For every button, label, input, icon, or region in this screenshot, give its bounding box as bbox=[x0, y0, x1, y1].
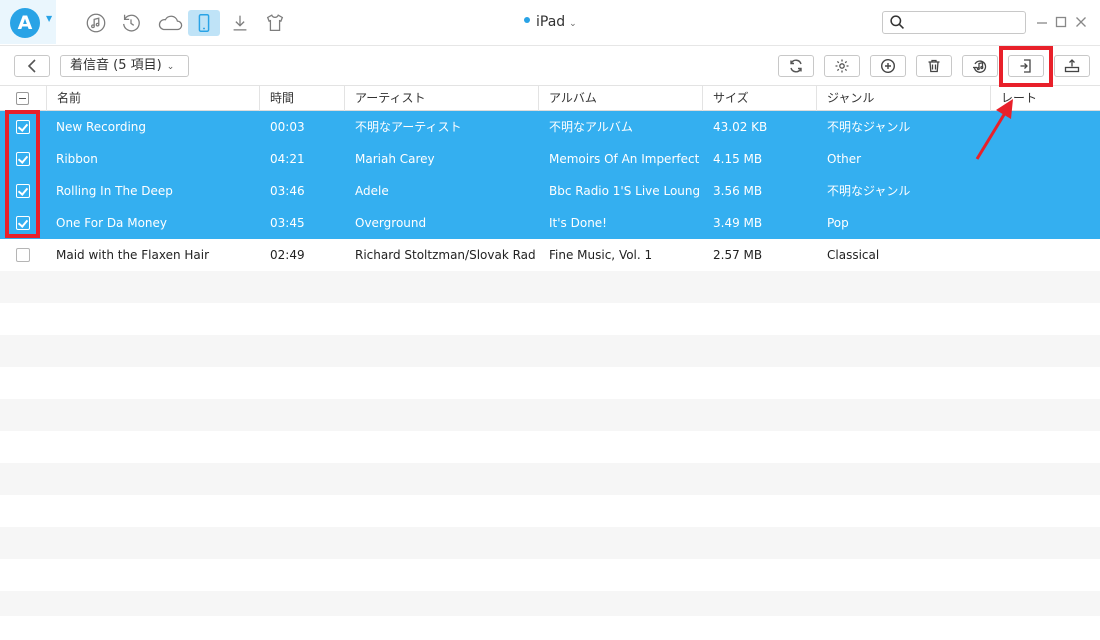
cell-album: Fine Music, Vol. 1 bbox=[549, 248, 653, 262]
add-icon bbox=[880, 58, 896, 74]
table-row[interactable]: Rolling In The Deep 03:46 Adele Bbc Radi… bbox=[0, 175, 1100, 207]
cell-name: Ribbon bbox=[56, 152, 98, 166]
cell-album: Memoirs Of An Imperfect.. bbox=[549, 152, 699, 166]
column-header-genre[interactable]: ジャンル bbox=[816, 86, 990, 111]
cell-size: 43.02 KB bbox=[713, 120, 768, 134]
cell-time: 03:46 bbox=[270, 184, 305, 198]
add-button[interactable] bbox=[870, 55, 906, 77]
settings-button[interactable] bbox=[824, 55, 860, 77]
cell-genre: Classical bbox=[827, 248, 880, 262]
empty-row bbox=[0, 591, 1100, 616]
shirt-icon[interactable] bbox=[262, 10, 288, 36]
cell-size: 3.56 MB bbox=[713, 184, 763, 198]
chevron-down-icon: ⌄ bbox=[166, 62, 175, 72]
cell-time: 03:45 bbox=[270, 216, 305, 230]
checkbox-highlight-box bbox=[5, 110, 40, 238]
table-row[interactable]: Maid with the Flaxen Hair 02:49 Richard … bbox=[0, 239, 1100, 271]
cell-size: 3.49 MB bbox=[713, 216, 763, 230]
title-bar: A ▼ iPad ⌄ bbox=[0, 0, 1100, 46]
search-icon bbox=[889, 14, 906, 35]
cell-size: 4.15 MB bbox=[713, 152, 763, 166]
device-icon[interactable] bbox=[188, 10, 220, 36]
cell-genre: Other bbox=[827, 152, 862, 166]
cell-size: 2.57 MB bbox=[713, 248, 763, 262]
cell-name: Maid with the Flaxen Hair bbox=[56, 248, 210, 262]
column-header-time[interactable]: 時間 bbox=[259, 86, 344, 111]
empty-row bbox=[0, 303, 1100, 335]
delete-button[interactable] bbox=[916, 55, 952, 77]
device-status-dot bbox=[524, 17, 530, 23]
empty-row bbox=[0, 335, 1100, 367]
cell-artist: Richard Stoltzman/Slovak Radi... bbox=[355, 248, 535, 262]
app-logo-icon: A bbox=[10, 8, 40, 38]
chevron-left-icon bbox=[27, 59, 36, 73]
restore-icon[interactable] bbox=[118, 10, 144, 36]
music-icon[interactable] bbox=[83, 10, 109, 36]
empty-row bbox=[0, 527, 1100, 559]
cell-name: New Recording bbox=[56, 120, 147, 134]
table-row[interactable]: One For Da Money 03:45 Overground It's D… bbox=[0, 207, 1100, 239]
delete-icon bbox=[928, 59, 940, 73]
close-button[interactable] bbox=[1073, 12, 1089, 32]
chevron-down-icon: ⌄ bbox=[569, 19, 577, 29]
column-header-name[interactable]: 名前 bbox=[46, 86, 259, 111]
select-all-header bbox=[0, 86, 46, 111]
table-header: 名前 時間 アーティスト アルバム サイズ ジャンル レート bbox=[0, 86, 1100, 111]
cell-artist: Overground bbox=[355, 216, 427, 230]
refresh-icon bbox=[790, 59, 802, 73]
refresh-button[interactable] bbox=[778, 55, 814, 77]
table-body: New Recording 00:03 不明なアーティスト 不明なアルバム 43… bbox=[0, 111, 1100, 616]
cell-time: 02:49 bbox=[270, 248, 305, 262]
empty-row bbox=[0, 431, 1100, 463]
cell-artist: Adele bbox=[355, 184, 389, 198]
cell-name: Rolling In The Deep bbox=[56, 184, 173, 198]
table-row[interactable]: New Recording 00:03 不明なアーティスト 不明なアルバム 43… bbox=[0, 111, 1100, 143]
toolbar: 着信音 (5 項目) ⌄ bbox=[0, 46, 1100, 86]
cell-genre: Pop bbox=[827, 216, 849, 230]
app-menu[interactable]: A ▼ bbox=[0, 0, 56, 44]
cloud-icon[interactable] bbox=[155, 10, 185, 36]
maximize-button[interactable] bbox=[1053, 12, 1069, 32]
download-icon[interactable] bbox=[227, 10, 253, 36]
chevron-down-icon: ▼ bbox=[46, 14, 53, 23]
empty-row bbox=[0, 271, 1100, 303]
search-input[interactable] bbox=[882, 11, 1026, 34]
to-device-icon bbox=[1064, 59, 1080, 73]
cell-artist: 不明なアーティスト bbox=[355, 120, 462, 134]
button-highlight-box bbox=[999, 46, 1053, 87]
select-all-checkbox[interactable] bbox=[16, 92, 29, 105]
to-device-button[interactable] bbox=[1054, 55, 1090, 77]
empty-row bbox=[0, 495, 1100, 527]
device-name: iPad bbox=[536, 14, 566, 30]
column-header-artist[interactable]: アーティスト bbox=[344, 86, 538, 111]
cell-time: 00:03 bbox=[270, 120, 305, 134]
minimize-button[interactable] bbox=[1034, 12, 1050, 32]
column-header-rating[interactable]: レート bbox=[990, 86, 1100, 111]
row-checkbox[interactable] bbox=[16, 248, 30, 262]
cell-genre: 不明なジャンル bbox=[827, 184, 911, 198]
column-header-size[interactable]: サイズ bbox=[702, 86, 816, 111]
empty-row bbox=[0, 399, 1100, 431]
cell-album: 不明なアルバム bbox=[549, 120, 633, 134]
empty-row bbox=[0, 463, 1100, 495]
cell-genre: 不明なジャンル bbox=[827, 120, 911, 134]
app-window: A ▼ iPad ⌄ 着信音 (5 項目) ⌄ 名前 時間 アーティスト アルバ… bbox=[0, 0, 1100, 640]
cell-time: 04:21 bbox=[270, 152, 305, 166]
back-button[interactable] bbox=[14, 55, 50, 77]
empty-row bbox=[0, 367, 1100, 399]
column-header-album[interactable]: アルバム bbox=[538, 86, 702, 111]
to-itunes-button[interactable] bbox=[962, 55, 998, 77]
category-label: 着信音 (5 項目) bbox=[70, 58, 162, 73]
empty-row bbox=[0, 559, 1100, 591]
cell-album: It's Done! bbox=[549, 216, 607, 230]
category-dropdown[interactable]: 着信音 (5 項目) ⌄ bbox=[60, 55, 189, 77]
settings-icon bbox=[835, 59, 849, 73]
cell-album: Bbc Radio 1'S Live Loung... bbox=[549, 184, 699, 198]
table-row[interactable]: Ribbon 04:21 Mariah Carey Memoirs Of An … bbox=[0, 143, 1100, 175]
device-selector[interactable]: iPad ⌄ bbox=[524, 14, 577, 30]
cell-artist: Mariah Carey bbox=[355, 152, 435, 166]
to-itunes-icon bbox=[973, 60, 987, 73]
cell-name: One For Da Money bbox=[56, 216, 168, 230]
